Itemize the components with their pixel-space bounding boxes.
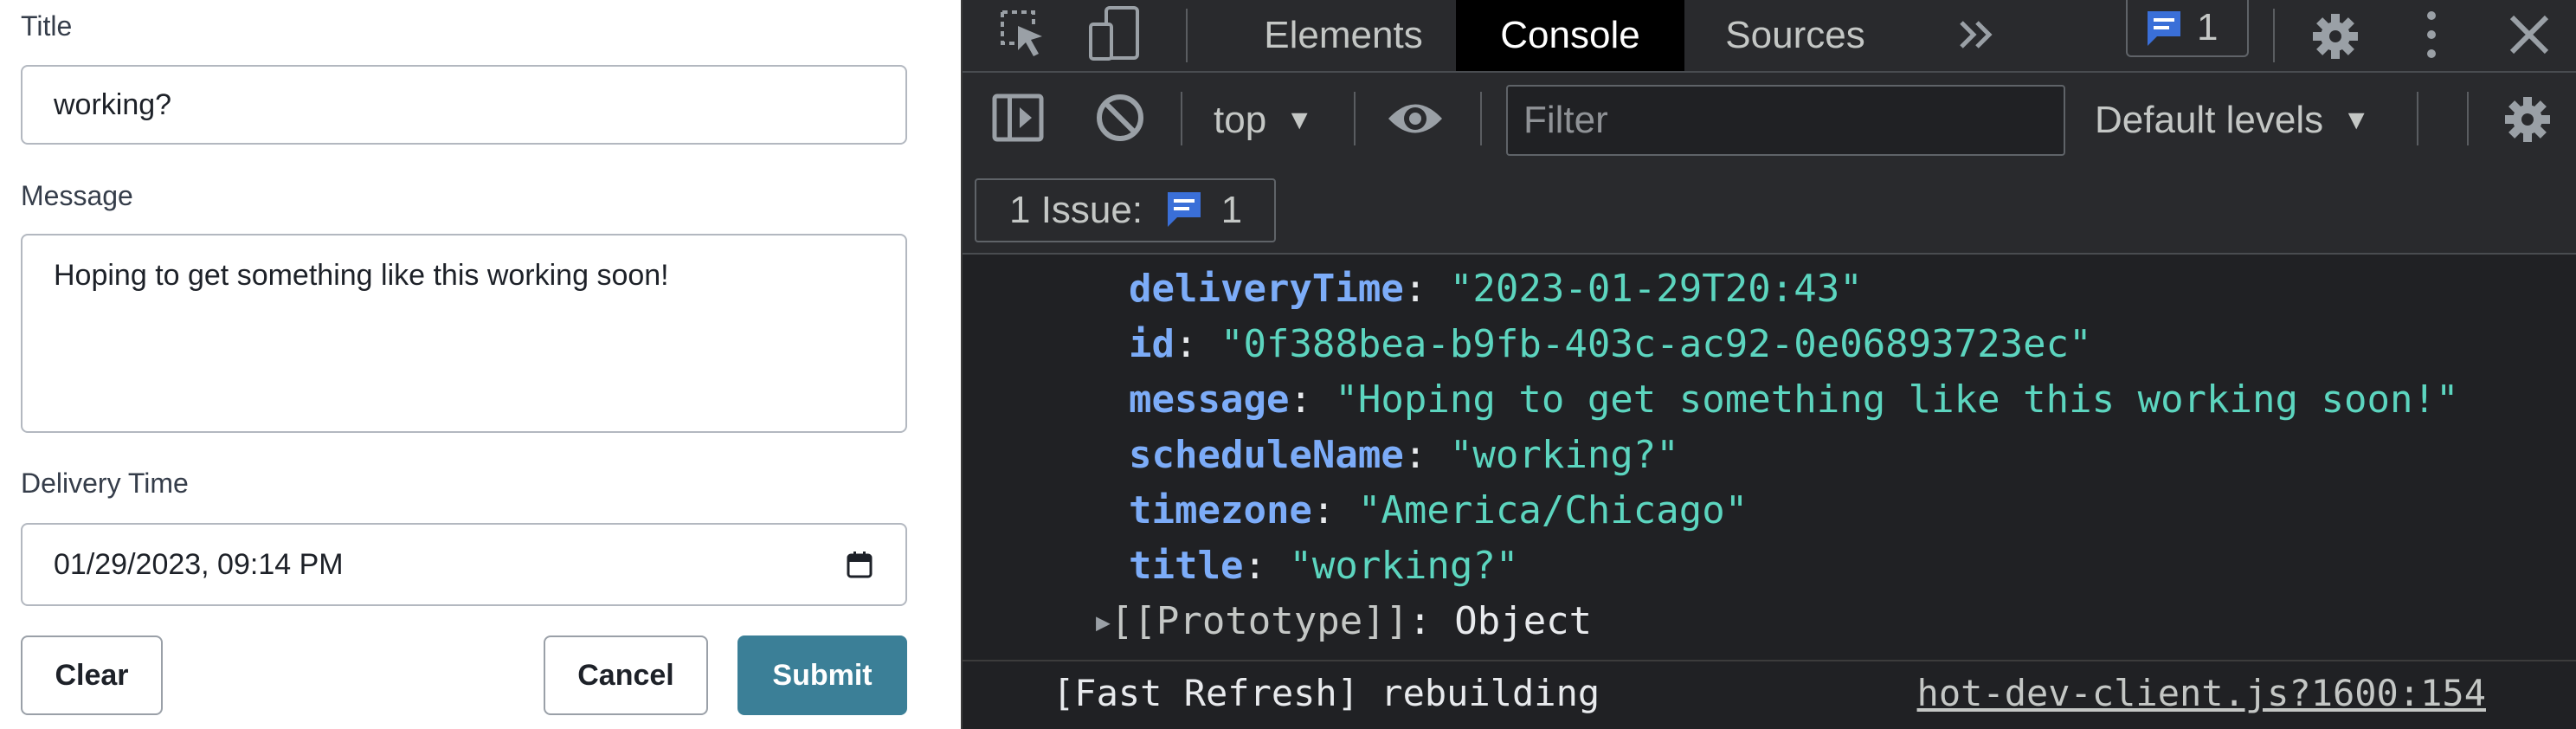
issues-bar: 1 Issue: 1: [963, 168, 2576, 255]
clear-console-icon[interactable]: [1094, 92, 1146, 144]
devtools-tabbar: Elements Console Sources 1: [963, 0, 2576, 73]
issues-icon: [1168, 192, 1201, 227]
clear-button[interactable]: Clear: [21, 635, 163, 715]
console-toolbar: top ▼ Filter Default levels ▼: [963, 73, 2576, 168]
object-property-row: message: "Hoping to get something like t…: [1129, 377, 2459, 422]
property-key: message: [1129, 377, 1290, 422]
devtools-panel: Elements Console Sources 1 top ▼ Filter …: [961, 0, 2576, 729]
object-property-row: scheduleName: "working?": [1129, 433, 1679, 477]
schedule-form: Title working? Message Hoping to get som…: [0, 0, 961, 729]
title-label: Title: [21, 10, 73, 42]
close-icon[interactable]: [2507, 12, 2552, 57]
issues-count: 1: [1220, 189, 1243, 231]
issues-icon: [2148, 11, 2180, 46]
live-expression-eye-icon[interactable]: [1385, 97, 1446, 140]
issues-pill-button[interactable]: 1 Issue: 1: [975, 178, 1276, 242]
delivery-time-input[interactable]: 01/29/2023, 09:14 PM: [21, 523, 907, 606]
tab-console[interactable]: Console: [1456, 0, 1684, 71]
property-key: deliveryTime: [1129, 267, 1404, 311]
more-tabs-icon[interactable]: [1956, 17, 1996, 52]
property-value: "working?": [1449, 433, 1679, 477]
source-link[interactable]: hot-dev-client.js?1600:154: [1917, 661, 2486, 726]
object-property-row: title: "working?": [1129, 544, 1519, 588]
inspect-icon[interactable]: [999, 9, 1047, 61]
toolbar-divider: [1181, 92, 1182, 145]
message-textarea-value: Hoping to get something like this workin…: [54, 259, 669, 292]
property-value: "working?": [1289, 544, 1519, 588]
sidebar-toggle-icon[interactable]: [992, 94, 1044, 142]
property-value: "0f388bea-b9fb-403c-ac92-0e06893723ec": [1220, 322, 2092, 366]
toolbar-divider: [1186, 9, 1188, 62]
object-property-row: deliveryTime: "2023-01-29T20:43": [1129, 267, 1863, 311]
prototype-key: [[Prototype]]: [1110, 599, 1409, 643]
kebab-menu-icon[interactable]: [2425, 9, 2438, 61]
object-property-row: id: "0f388bea-b9fb-403c-ac92-0e06893723e…: [1129, 322, 2092, 366]
console-message-text: [Fast Refresh] rebuilding: [1053, 672, 1600, 714]
console-settings-icon[interactable]: [2503, 95, 2552, 144]
toolbar-divider: [1480, 92, 1482, 145]
message-textarea[interactable]: Hoping to get something like this workin…: [21, 234, 907, 433]
submit-button[interactable]: Submit: [737, 635, 907, 715]
cancel-button[interactable]: Cancel: [544, 635, 708, 715]
property-key: scheduleName: [1129, 433, 1404, 477]
tab-elements[interactable]: Elements: [1240, 0, 1447, 71]
dropdown-caret-icon: ▼: [2342, 104, 2371, 135]
device-toolbar-icon[interactable]: [1087, 5, 1143, 62]
issues-badge-count: 1: [2197, 6, 2219, 48]
toolbar-divider: [1354, 92, 1356, 145]
tab-sources[interactable]: Sources: [1691, 0, 1899, 71]
object-property-row: timezone: "America/Chicago": [1129, 488, 1748, 532]
filter-input[interactable]: Filter: [1506, 85, 2065, 156]
title-input-value: working?: [54, 88, 172, 121]
filter-placeholder: Filter: [1523, 99, 1608, 141]
prototype-value: Object: [1454, 599, 1593, 643]
toolbar-divider: [2417, 92, 2418, 145]
property-value: "Hoping to get something like this worki…: [1335, 377, 2459, 422]
log-levels-value: Default levels: [2095, 99, 2324, 141]
log-levels-dropdown[interactable]: Default levels ▼: [2095, 85, 2370, 156]
toolbar-divider: [2273, 9, 2275, 62]
calendar-icon[interactable]: [847, 551, 873, 578]
title-input[interactable]: working?: [21, 65, 907, 145]
property-key: title: [1129, 544, 1244, 588]
issues-label: 1 Issue:: [1009, 189, 1143, 231]
delivery-time-label: Delivery Time: [21, 468, 189, 499]
dropdown-caret-icon: ▼: [1285, 104, 1314, 135]
context-selector-value: top: [1214, 99, 1267, 141]
toolbar-divider: [2467, 92, 2469, 145]
prototype-row[interactable]: ▶[[Prototype]]: Object: [1096, 596, 1592, 648]
property-value: "2023-01-29T20:43": [1449, 267, 1863, 311]
console-output: deliveryTime: "2023-01-29T20:43" id: "0f…: [963, 256, 2576, 660]
issues-badge-button[interactable]: 1: [2126, 0, 2249, 57]
delivery-time-value: 01/29/2023, 09:14 PM: [54, 548, 344, 581]
console-message-row: [Fast Refresh] rebuilding hot-dev-client…: [963, 660, 2576, 729]
property-value: "America/Chicago": [1357, 488, 1748, 532]
context-selector[interactable]: top ▼: [1214, 85, 1313, 156]
expand-triangle-icon[interactable]: ▶: [1096, 608, 1111, 636]
settings-icon[interactable]: [2311, 12, 2360, 61]
message-label: Message: [21, 180, 133, 211]
property-key: timezone: [1129, 488, 1312, 532]
property-key: id: [1129, 322, 1175, 366]
